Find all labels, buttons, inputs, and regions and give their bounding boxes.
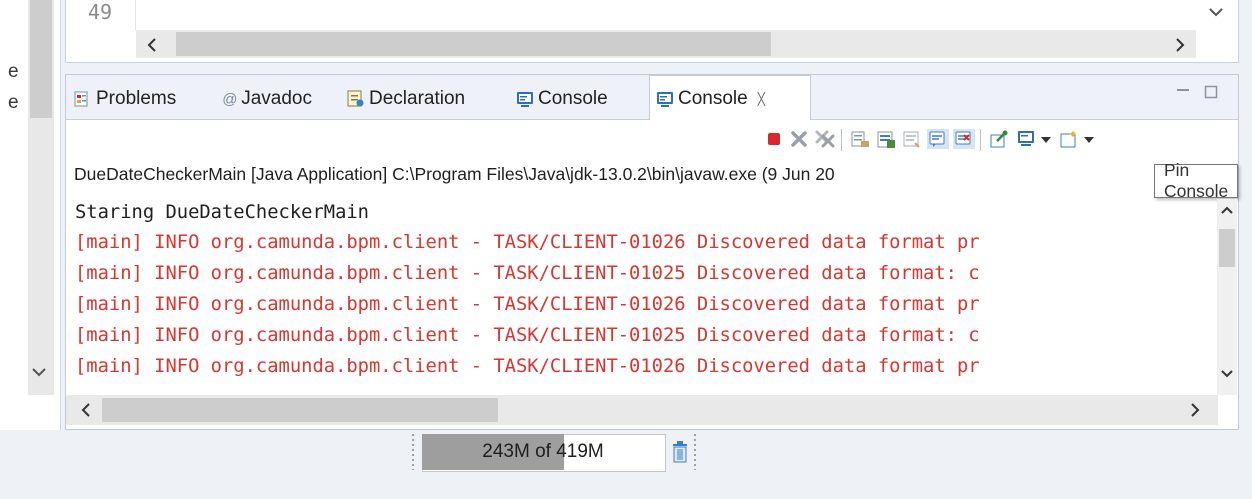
show-on-stdout-icon[interactable] [927,129,949,149]
drag-handle[interactable] [412,434,414,470]
open-console-icon[interactable] [1059,129,1081,149]
chevron-down-icon[interactable] [1208,6,1224,18]
console-view: Problems @ Javadoc Declaration Console C… [65,74,1239,430]
code-editor[interactable]: 49 [65,0,1239,63]
maximize-icon[interactable] [1204,85,1218,99]
tab-label: Javadoc [241,88,313,109]
console-line: [main] INFO org.camunda.bpm.client - TAS… [75,232,980,253]
tab-console[interactable]: Console [516,84,608,114]
minimize-icon[interactable] [1176,85,1190,97]
at-icon: @ [222,90,238,108]
drag-handle[interactable] [694,434,696,470]
pin-console-icon[interactable] [988,129,1010,149]
editor-scroll-thumb[interactable] [176,32,771,56]
console-line: Staring DueDateCheckerMain [75,202,369,223]
show-on-stderr-icon[interactable] [953,129,975,149]
chevron-left-icon[interactable] [80,402,92,418]
tab-label: Console [538,88,608,109]
toolbar-separator [980,129,981,151]
tab-problems[interactable]: Problems [74,84,176,114]
console-output[interactable]: Staring DueDateCheckerMain [main] INFO o… [66,199,1238,395]
chevron-down-icon[interactable] [31,366,47,378]
chevron-up-icon[interactable] [1220,205,1234,215]
problems-icon [74,91,88,107]
console-icon [657,92,673,107]
word-wrap-icon[interactable] [901,129,923,149]
chevron-left-icon[interactable] [146,37,158,53]
console-icon [517,92,533,107]
remove-launch-icon[interactable] [788,129,810,149]
console-line: [main] INFO org.camunda.bpm.client - TAS… [75,263,980,284]
console-line: [main] INFO org.camunda.bpm.client - TAS… [75,356,980,377]
dropdown-arrow-icon[interactable] [1041,137,1051,143]
heap-status: 243M of 419M [412,432,696,472]
tab-declaration[interactable]: Declaration [347,84,465,114]
tab-label: Console [678,88,748,109]
chevron-right-icon[interactable] [1189,402,1201,418]
tab-label: Problems [96,88,177,109]
clear-console-icon[interactable] [849,129,871,149]
tab-label: Declaration [369,88,466,109]
console-line: [main] INFO org.camunda.bpm.client - TAS… [75,325,980,346]
console-vertical-thumb[interactable] [1219,229,1235,267]
left-scroll-thumb[interactable] [30,0,52,118]
process-description: DueDateCheckerMain [Java Application] C:… [74,164,835,184]
scroll-lock-icon[interactable] [875,129,897,149]
tab-javadoc[interactable]: @ Javadoc [222,84,312,114]
declaration-icon [347,90,364,107]
close-icon[interactable]: ╳ [758,92,765,106]
tab-console-active[interactable]: Console ╳ [656,84,765,114]
toolbar-separator [841,129,842,151]
remove-all-terminated-icon[interactable] [814,129,836,149]
dropdown-arrow-icon[interactable] [1084,137,1094,143]
console-line: [main] INFO org.camunda.bpm.client - TAS… [75,294,980,315]
chevron-down-icon[interactable] [1220,369,1234,379]
console-toolbar [66,119,1238,159]
console-horizontal-thumb[interactable] [102,398,498,422]
left-panel-text: e [8,92,19,113]
left-panel-text: e [8,61,19,82]
tooltip: Pin Console [1154,160,1239,201]
chevron-right-icon[interactable] [1174,37,1186,53]
line-number: 49 [88,0,113,24]
terminate-icon[interactable] [763,129,785,149]
trash-icon[interactable] [670,440,690,464]
gutter-divider [135,0,136,30]
display-selected-console-icon[interactable] [1016,129,1038,149]
heap-label: 243M of 419M [482,441,604,462]
